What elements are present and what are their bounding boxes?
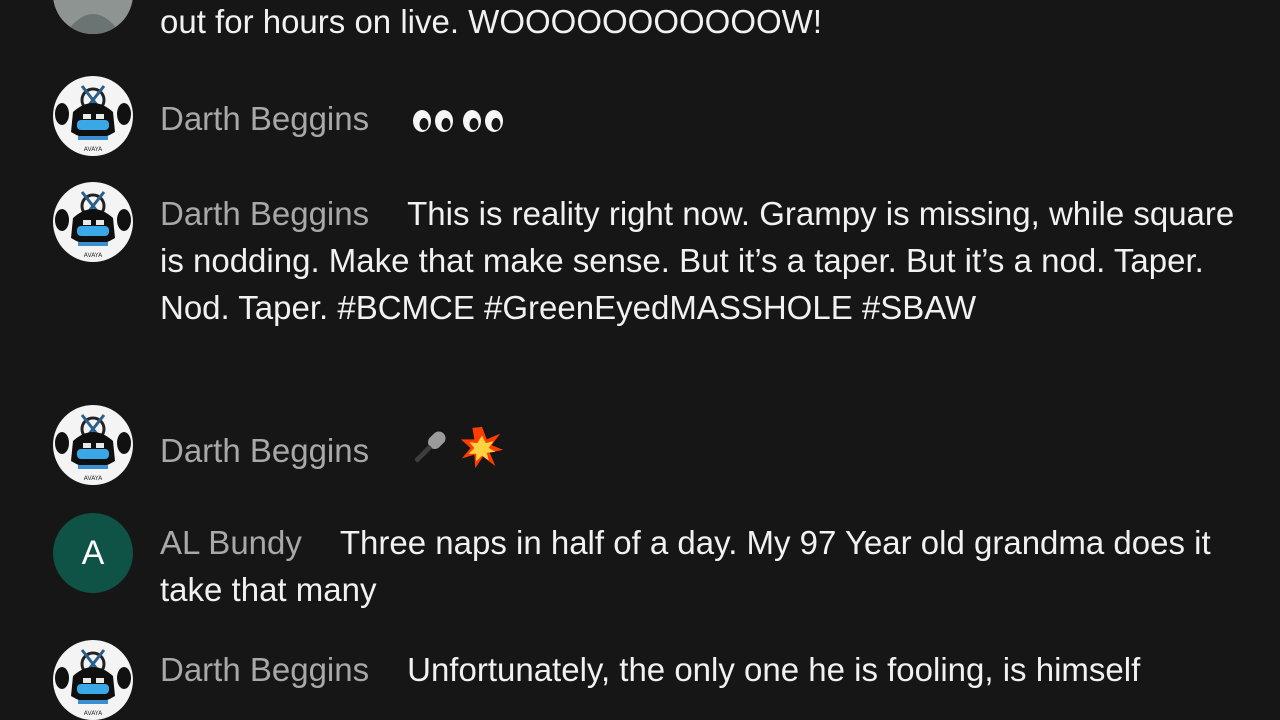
user-avatar-letter[interactable]: A — [53, 513, 133, 593]
message-text: Three naps in half of a day. My 97 Year … — [160, 524, 1211, 608]
collision-icon — [459, 424, 505, 482]
message-text: Unfortunately, the only one he is foolin… — [407, 651, 1141, 688]
author-name[interactable]: Darth Beggins — [160, 100, 369, 137]
user-avatar-photo[interactable] — [53, 0, 133, 34]
mask-avatar-icon[interactable] — [53, 640, 133, 720]
mask-avatar-icon[interactable] — [53, 76, 133, 156]
author-name[interactable]: AL Bundy — [160, 524, 302, 561]
live-chat-feed: out for hours on live. WOOOOOOOOOOOW! Da… — [0, 0, 1280, 720]
eyes-icon — [461, 98, 505, 145]
microphone-icon — [407, 424, 453, 482]
author-name[interactable]: Darth Beggins — [160, 432, 369, 469]
eyes-icon — [411, 98, 455, 145]
author-name[interactable]: Darth Beggins — [160, 195, 369, 232]
message-text: out for hours on live. WOOOOOOOOOOOW! — [160, 3, 822, 40]
mask-avatar-icon[interactable] — [53, 405, 133, 485]
author-name[interactable]: Darth Beggins — [160, 651, 369, 688]
mask-avatar-icon[interactable] — [53, 182, 133, 262]
